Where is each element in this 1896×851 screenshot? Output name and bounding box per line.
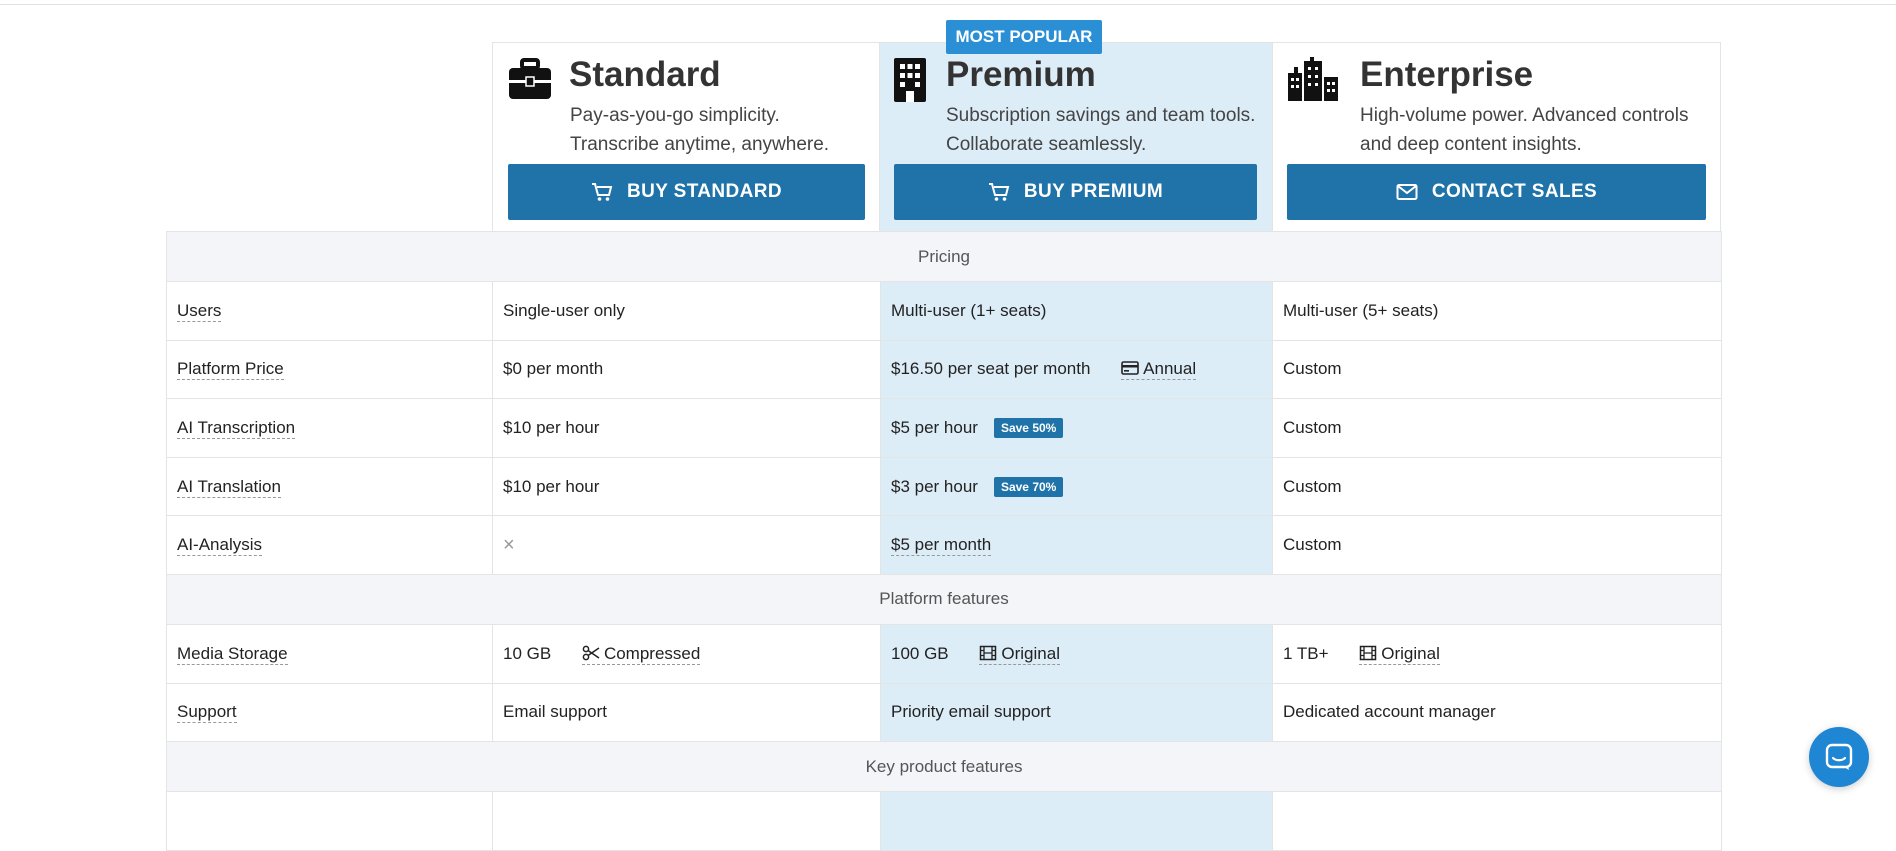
save-badge: Save 70% [993,476,1064,497]
comparison-table: Pricing Users Single-user only Multi-use… [165,231,1723,851]
cell-enterprise: Custom [1271,339,1723,400]
table-row: Media Storage 10 GB Compressed 100 GB Or… [166,623,1723,684]
cell-enterprise: Custom [1271,515,1723,575]
section-row: Key product features [165,741,1723,793]
table-row [166,791,1723,851]
plan-description-premium: Subscription savings and team tools. Col… [946,105,1256,155]
feature-label-media-storage[interactable]: Media Storage [177,643,288,665]
film-icon [979,645,997,661]
cell-enterprise: Custom [1271,456,1723,517]
ai-analysis-price[interactable]: $5 per month [891,535,992,557]
buy-standard-button[interactable]: BUY STANDARD [508,164,865,220]
table-row: Platform Price $0 per month $16.50 per s… [166,339,1723,400]
cell-standard: 10 GB Compressed [492,623,881,684]
most-popular-badge: MOST POPULAR [946,20,1102,54]
feature-label-ai-transcription[interactable]: AI Transcription [177,417,296,439]
plan-header-premium: Premium Subscription savings and team to… [880,42,1272,231]
feature-label-platform-price[interactable]: Platform Price [177,359,284,381]
building-icon [892,57,928,103]
buy-premium-button[interactable]: BUY PREMIUM [894,164,1257,220]
cell-premium: $5 per hour Save 50% [880,398,1273,458]
cell-premium: $5 per month [880,515,1273,575]
plan-name-enterprise: Enterprise [1360,55,1534,94]
plan-name-standard: Standard [569,55,721,94]
section-title-pricing: Pricing [165,231,1723,282]
section-title-key-product-features: Key product features [165,741,1723,793]
original-quality-note[interactable]: Original [1359,643,1440,665]
table-row: AI-Analysis × $5 per month Custom [166,515,1723,575]
plan-header-enterprise: Enterprise High-volume power. Advanced c… [1272,42,1721,231]
feature-label-users[interactable]: Users [177,300,222,322]
contact-sales-button[interactable]: CONTACT SALES [1287,164,1706,220]
cell-standard: $10 per hour [492,456,881,517]
cell-standard: Single-user only [492,281,881,341]
annual-billing-note[interactable]: Annual [1121,359,1197,381]
table-row: Users Single-user only Multi-user (1+ se… [166,281,1723,341]
save-badge: Save 50% [993,417,1064,438]
plan-description-enterprise: High-volume power. Advanced controls and… [1360,105,1689,155]
briefcase-icon [507,57,553,103]
credit-card-icon [1121,360,1139,376]
cell-enterprise: Custom [1271,398,1723,458]
feature-label-ai-translation[interactable]: AI Translation [177,476,281,498]
not-included-icon: × [503,533,515,556]
plan-name-premium: Premium [946,55,1096,94]
top-divider [0,4,1896,5]
chat-icon [1824,742,1854,772]
table-row: AI Translation $10 per hour $3 per hour S… [166,456,1723,517]
table-row: Support Email support Priority email sup… [166,682,1723,743]
cell-standard: $10 per hour [492,398,881,458]
scissors-icon [582,645,600,661]
cell-premium: Priority email support [880,682,1273,743]
cell-enterprise: Multi-user (5+ seats) [1271,281,1723,341]
table-row: AI Transcription $10 per hour $5 per hou… [166,398,1723,458]
section-row: Pricing [165,231,1723,282]
plan-header-standard: Standard Pay-as-you-go simplicity. Trans… [492,42,880,231]
cell-enterprise: 1 TB+ Original [1271,623,1723,684]
cell-enterprise: Dedicated account manager [1271,682,1723,743]
envelope-icon [1396,182,1418,202]
chat-launcher-button[interactable] [1809,727,1869,787]
cell-premium: Multi-user (1+ seats) [880,281,1273,341]
section-row: Platform features [165,573,1723,625]
cart-icon [591,182,613,202]
feature-label-ai-analysis[interactable]: AI-Analysis [177,535,263,557]
cart-icon [988,182,1010,202]
plan-description-standard: Pay-as-you-go simplicity. Transcribe any… [570,105,830,155]
cell-premium: 100 GB Original [880,623,1273,684]
feature-label-support[interactable]: Support [177,702,237,724]
cell-standard: Email support [492,682,881,743]
compressed-note[interactable]: Compressed [581,643,701,665]
cell-standard: $0 per month [492,339,881,400]
section-title-platform-features: Platform features [165,573,1723,625]
film-icon [1359,645,1377,661]
original-quality-note[interactable]: Original [979,643,1060,665]
city-icon [1286,57,1340,103]
cell-premium: $16.50 per seat per month Annual [880,339,1273,400]
cell-premium: $3 per hour Save 70% [880,456,1273,517]
cell-standard: × [492,515,881,575]
